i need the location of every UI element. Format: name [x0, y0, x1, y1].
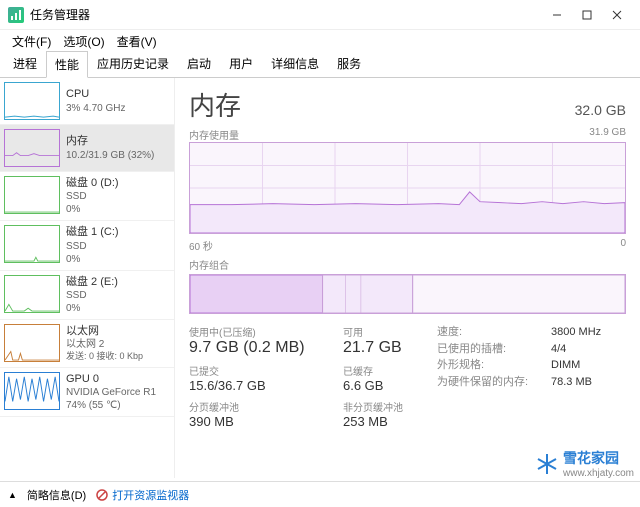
memory-composition-graph	[189, 274, 626, 314]
close-button[interactable]	[602, 5, 632, 25]
menu-options[interactable]: 选项(O)	[57, 31, 110, 52]
disk-thumbnail	[4, 225, 60, 263]
sidebar-item-label: GPU 0	[66, 372, 156, 386]
disk-thumbnail	[4, 275, 60, 313]
tab-users[interactable]: 用户	[220, 50, 262, 77]
tab-details[interactable]: 详细信息	[262, 50, 328, 77]
stat-form: DIMM	[551, 359, 580, 371]
stat-commit: 15.6/36.7 GB	[189, 378, 329, 393]
sidebar-item-disk1[interactable]: 磁盘 1 (C:)SSD0%	[0, 221, 174, 270]
cpu-thumbnail	[4, 82, 60, 120]
chevron-up-icon: ▲	[8, 490, 17, 500]
maximize-button[interactable]	[572, 5, 602, 25]
tab-startup[interactable]: 启动	[178, 50, 220, 77]
sidebar-item-gpu[interactable]: GPU 0NVIDIA GeForce R174% (55 ℃)	[0, 368, 174, 417]
window-title: 任务管理器	[30, 6, 542, 23]
resource-monitor-icon	[96, 489, 108, 501]
sidebar-item-label: 磁盘 1 (C:)	[66, 225, 119, 239]
ethernet-thumbnail	[4, 324, 60, 362]
tab-services[interactable]: 服务	[328, 50, 370, 77]
tab-performance[interactable]: 性能	[46, 51, 88, 78]
sidebar-item-ethernet[interactable]: 以太网以太网 2发送: 0 接收: 0 Kbp	[0, 320, 174, 368]
stat-paged: 390 MB	[189, 414, 329, 429]
sidebar-item-label: 磁盘 0 (D:)	[66, 176, 119, 190]
snowflake-icon	[535, 452, 559, 476]
memory-thumbnail	[4, 129, 60, 167]
gpu-thumbnail	[4, 372, 60, 410]
disk-thumbnail	[4, 176, 60, 214]
watermark: 雪花家园www.xhjaty.com	[535, 448, 634, 479]
memory-usage-graph	[189, 142, 626, 234]
memory-total: 32.0 GB	[575, 102, 626, 118]
performance-sidebar: CPU3% 4.70 GHz 内存10.2/31.9 GB (32%) 磁盘 0…	[0, 78, 175, 478]
open-resource-monitor-link[interactable]: 打开资源监视器	[96, 487, 189, 503]
sidebar-item-disk0[interactable]: 磁盘 0 (D:)SSD0%	[0, 172, 174, 221]
stat-inuse: 9.7 GB (0.2 MB)	[189, 339, 329, 357]
sidebar-item-label: CPU	[66, 87, 125, 101]
minimize-button[interactable]	[542, 5, 572, 25]
tab-processes[interactable]: 进程	[4, 50, 46, 77]
sidebar-item-label: 磁盘 2 (E:)	[66, 275, 118, 289]
menu-view[interactable]: 查看(V)	[111, 31, 163, 52]
stat-reserved: 78.3 MB	[551, 376, 592, 388]
graph-label: 内存组合	[189, 257, 229, 272]
stat-speed: 3800 MHz	[551, 326, 601, 338]
sidebar-item-label: 以太网	[66, 324, 143, 338]
sidebar-item-cpu[interactable]: CPU3% 4.70 GHz	[0, 78, 174, 125]
stat-nonpaged: 253 MB	[343, 414, 423, 429]
sidebar-item-memory[interactable]: 内存10.2/31.9 GB (32%)	[0, 125, 174, 172]
stat-slots: 4/4	[551, 343, 566, 355]
graph-label: 内存使用量	[189, 127, 239, 142]
sidebar-item-disk2[interactable]: 磁盘 2 (E:)SSD0%	[0, 271, 174, 320]
tab-apphistory[interactable]: 应用历史记录	[88, 50, 178, 77]
menu-file[interactable]: 文件(F)	[6, 31, 57, 52]
brief-info-toggle[interactable]: 简略信息(D)	[27, 487, 86, 503]
sidebar-item-label: 内存	[66, 134, 154, 148]
app-icon	[8, 7, 24, 23]
stat-available: 21.7 GB	[343, 339, 423, 357]
page-title: 内存	[189, 86, 241, 123]
stat-cached: 6.6 GB	[343, 378, 423, 393]
